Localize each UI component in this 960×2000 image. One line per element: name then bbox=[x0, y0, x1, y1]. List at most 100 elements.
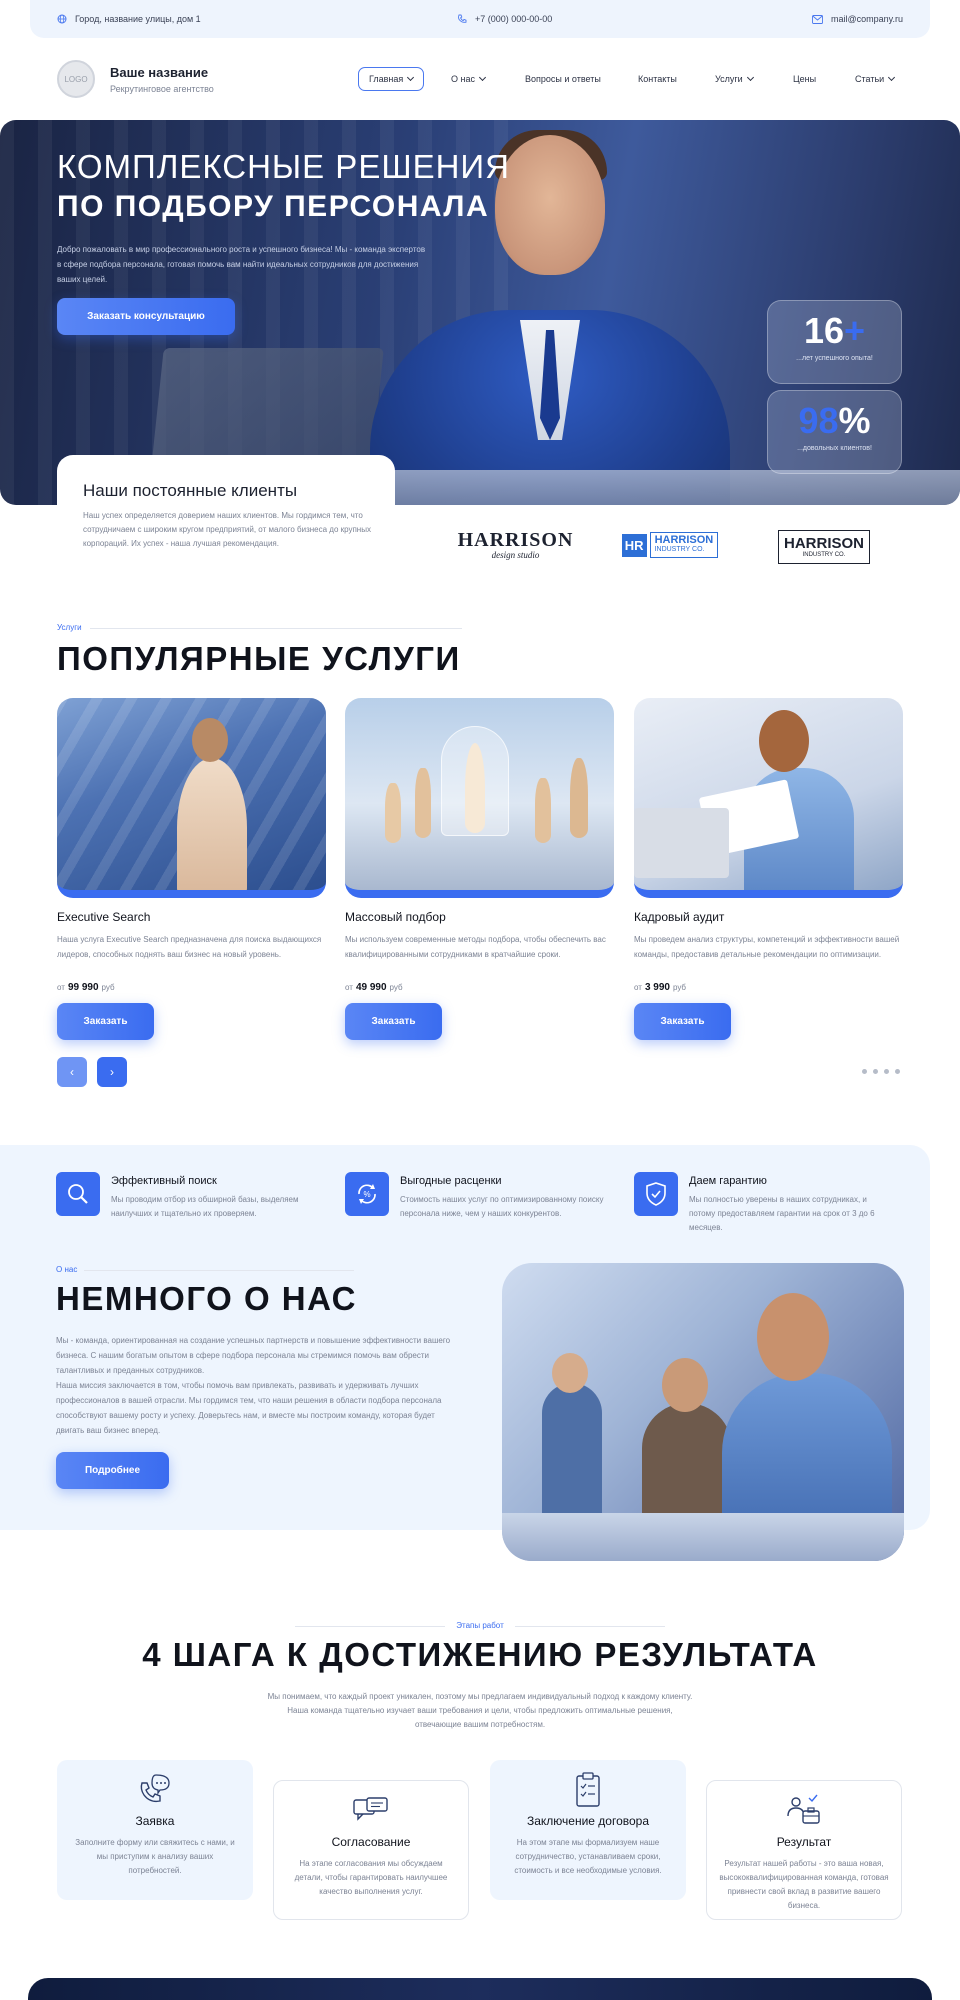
nav-item-prices[interactable]: Цены bbox=[793, 67, 816, 91]
chevron-down-icon bbox=[407, 73, 415, 82]
order-button[interactable]: Заказать bbox=[634, 1003, 731, 1040]
clients-title: Наши постоянные клиенты bbox=[83, 481, 298, 500]
step-description: На этапе согласования мы обсуждаем детал… bbox=[294, 1859, 448, 1896]
eyebrow-divider bbox=[295, 1626, 445, 1627]
phone-text[interactable]: +7 (000) 000-00-00 bbox=[475, 14, 552, 24]
step-description: Заполните форму или свяжитесь с нами, и … bbox=[75, 1838, 235, 1875]
top-info-bar: Город, название улицы, дом 1 +7 (000) 00… bbox=[30, 0, 930, 38]
email-item[interactable]: mail@company.ru bbox=[812, 14, 903, 24]
service-description: Мы проведем анализ структуры, компетенци… bbox=[634, 935, 900, 959]
nav-label: Услуги bbox=[715, 74, 743, 84]
nav-item-services[interactable]: Услуги bbox=[715, 67, 754, 91]
more-button[interactable]: Подробнее bbox=[56, 1452, 169, 1489]
about-eyebrow: О нас bbox=[56, 1265, 78, 1274]
logo-word: HARRISON bbox=[457, 529, 574, 551]
phone-item[interactable]: +7 (000) 000-00-00 bbox=[457, 14, 552, 24]
about-paragraph: Наша миссия заключается в том, чтобы пом… bbox=[56, 1381, 442, 1435]
nav-label: Цены bbox=[793, 74, 817, 84]
brand-subtitle: Рекрутинговое агентство bbox=[110, 84, 214, 94]
stat-label: ...довольных клиентов! bbox=[797, 445, 872, 452]
step-card: Заявка Заполните форму или свяжитесь с н… bbox=[57, 1760, 253, 1900]
logo-sub: INDUSTRY CO. bbox=[802, 552, 846, 558]
logo[interactable]: LOGO bbox=[57, 60, 95, 98]
feature-title: Выгодные расценки bbox=[400, 1175, 502, 1187]
figurine bbox=[535, 778, 551, 843]
consultation-button[interactable]: Заказать консультацию bbox=[57, 298, 235, 335]
service-description: Наша услуга Executive Search предназначе… bbox=[57, 935, 322, 959]
eyebrow-divider bbox=[84, 1270, 354, 1271]
nav-item-about[interactable]: О нас bbox=[451, 67, 487, 91]
nav-item-faq[interactable]: Вопросы и ответы bbox=[525, 67, 601, 91]
address-item: Город, название улицы, дом 1 bbox=[57, 14, 201, 24]
service-image bbox=[345, 698, 614, 898]
service-price: от 99 990 руб bbox=[57, 982, 326, 993]
logo-sub: INDUSTRY CO. bbox=[654, 546, 705, 553]
price-prefix: от bbox=[345, 983, 353, 992]
about-title: НЕМНОГО О НАС bbox=[56, 1280, 357, 1317]
shield-icon bbox=[634, 1172, 678, 1216]
hero-person-head bbox=[495, 135, 605, 275]
order-button[interactable]: Заказать bbox=[57, 1003, 154, 1040]
chevron-down-icon bbox=[746, 73, 754, 82]
figurine bbox=[570, 758, 588, 838]
slider-dot[interactable] bbox=[873, 1069, 878, 1074]
site-header: LOGO Ваше название Рекрутинговое агентст… bbox=[57, 60, 903, 100]
about-description: Мы - команда, ориентированная на создани… bbox=[56, 1333, 451, 1438]
price-currency: руб bbox=[101, 983, 115, 992]
email-text[interactable]: mail@company.ru bbox=[831, 14, 903, 24]
nav-item-home[interactable]: Главная bbox=[358, 67, 425, 91]
steps-title: 4 ШАГА К ДОСТИЖЕНИЮ РЕЗУЛЬТАТА bbox=[142, 1636, 818, 1673]
stat-value: 16 bbox=[803, 310, 844, 351]
client-logo-3: HARRISON INDUSTRY CO. bbox=[778, 530, 870, 564]
address-text: Город, название улицы, дом 1 bbox=[75, 14, 201, 24]
step-title: Заключение договора bbox=[526, 1814, 650, 1828]
slider-prev-button[interactable]: ‹ bbox=[57, 1057, 87, 1087]
slider-next-button[interactable]: › bbox=[97, 1057, 127, 1087]
logo-sub: design studio bbox=[491, 550, 540, 560]
steps-eyebrow: Этапы работ bbox=[456, 1621, 504, 1630]
woman-head bbox=[192, 718, 228, 762]
step-title: Согласование bbox=[331, 1835, 411, 1849]
brand-name: Ваше название bbox=[110, 65, 209, 80]
nav-label: Главная bbox=[369, 74, 404, 84]
slider-dot[interactable] bbox=[862, 1069, 867, 1074]
price-currency: руб bbox=[672, 983, 686, 992]
woman-figure bbox=[177, 758, 247, 890]
stat-years: 16+ ...лет успешного опыта! bbox=[767, 300, 902, 384]
feature-description: Стоимость наших услуг по оптимизированно… bbox=[400, 1195, 604, 1218]
stat-clients: 98% ...довольных клиентов! bbox=[767, 390, 902, 474]
feature-item: Даем гарантию Мы полностью уверены в наш… bbox=[634, 1172, 894, 1232]
eyebrow-divider bbox=[515, 1626, 665, 1627]
feature-description: Мы проводим отбор из обширной базы, выде… bbox=[111, 1195, 299, 1218]
nav-item-articles[interactable]: Статьи bbox=[855, 67, 896, 91]
price-prefix: от bbox=[57, 983, 65, 992]
nav-item-contacts[interactable]: Контакты bbox=[638, 67, 677, 91]
figurine bbox=[415, 768, 431, 838]
person-head bbox=[662, 1358, 708, 1412]
price-value: 99 990 bbox=[67, 982, 99, 993]
nav-label: Контакты bbox=[638, 74, 677, 84]
service-title: Кадровый аудит bbox=[634, 910, 725, 924]
laptop bbox=[634, 808, 729, 878]
clients-description: Наш успех определяется доверием наших кл… bbox=[83, 511, 371, 548]
service-price: от 3 990 руб bbox=[634, 982, 903, 993]
stat-value: % bbox=[838, 400, 871, 441]
step-card: Заключение договора На этом этапе мы фор… bbox=[490, 1760, 686, 1900]
slider-dot[interactable] bbox=[895, 1069, 900, 1074]
slider-dot[interactable] bbox=[884, 1069, 889, 1074]
service-card: Кадровый аудит Мы проведем анализ структ… bbox=[634, 698, 903, 1040]
price-value: 49 990 bbox=[355, 982, 387, 993]
about-paragraph: Мы - команда, ориентированная на создани… bbox=[56, 1336, 451, 1375]
client-logo-1: HARRISON design studio bbox=[458, 525, 573, 565]
person-figure bbox=[542, 1383, 602, 1523]
woman-hair bbox=[759, 710, 809, 772]
feature-item: Эффективный поиск Мы проводим отбор из о… bbox=[56, 1172, 316, 1232]
phone-chat-icon bbox=[135, 1772, 175, 1808]
steps-description: Мы понимаем, что каждый проект уникален,… bbox=[267, 1692, 693, 1729]
service-title: Executive Search bbox=[57, 910, 151, 924]
step-title: Результат bbox=[776, 1835, 832, 1849]
nav-label: О нас bbox=[451, 74, 475, 84]
price-icon: % bbox=[345, 1172, 389, 1216]
feature-title: Эффективный поиск bbox=[111, 1175, 217, 1187]
order-button[interactable]: Заказать bbox=[345, 1003, 442, 1040]
